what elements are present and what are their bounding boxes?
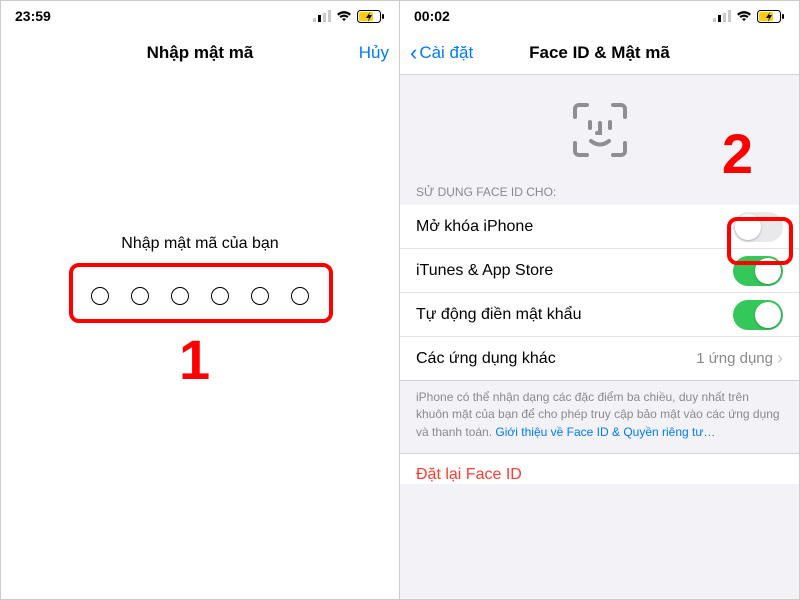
cellular-signal-icon [713, 10, 731, 22]
cellular-signal-icon [313, 10, 331, 22]
passcode-dot [211, 287, 229, 305]
passcode-dots[interactable] [73, 277, 327, 315]
toggle-unlock-iphone[interactable] [733, 212, 783, 242]
status-bar-right: 00:02 [400, 1, 799, 31]
screen-faceid-settings: 00:02 ‹ Cài đặt Face ID & Mật mã [400, 1, 799, 599]
status-indicators [713, 10, 785, 23]
passcode-dot [131, 287, 149, 305]
faceid-hero [400, 75, 799, 179]
status-time: 00:02 [414, 8, 450, 24]
battery-icon [757, 10, 785, 23]
toggle-itunes-appstore[interactable] [733, 256, 783, 286]
passcode-dot [291, 287, 309, 305]
annotation-number-1: 1 [179, 327, 210, 392]
nav-title: Nhập mật mã [1, 43, 399, 63]
status-time: 23:59 [15, 8, 51, 24]
row-itunes-appstore[interactable]: iTunes & App Store [400, 249, 799, 293]
section-footer: iPhone có thể nhận dạng các đặc điểm ba … [400, 381, 799, 453]
faceid-icon [571, 101, 629, 159]
chevron-right-icon: › [777, 348, 783, 369]
row-label: iTunes & App Store [416, 262, 553, 280]
row-other-apps[interactable]: Các ứng dụng khác 1 ứng dụng › [400, 337, 799, 381]
row-label: Các ứng dụng khác [416, 350, 556, 368]
chevron-left-icon: ‹ [410, 42, 417, 64]
section-header-use-faceid: SỬ DỤNG FACE ID CHO: [400, 179, 799, 205]
row-unlock-iphone[interactable]: Mở khóa iPhone [400, 205, 799, 249]
passcode-prompt: Nhập mật mã của bạn [121, 235, 278, 253]
toggle-autofill-password[interactable] [733, 300, 783, 330]
status-indicators [313, 10, 385, 23]
passcode-dot [171, 287, 189, 305]
battery-icon [357, 10, 385, 23]
faceid-privacy-link[interactable]: Giới thiệu về Face ID & Quyền riêng tư… [495, 425, 715, 439]
back-button[interactable]: ‹ Cài đặt [410, 42, 473, 64]
row-label: Tự động điền mật khẩu [416, 306, 581, 324]
back-label: Cài đặt [419, 43, 473, 63]
nav-bar-left: Nhập mật mã Hủy [1, 31, 399, 75]
faceid-uses-list: Mở khóa iPhone iTunes & App Store Tự độn… [400, 205, 799, 381]
wifi-icon [336, 10, 352, 22]
cancel-button[interactable]: Hủy [359, 43, 389, 63]
row-autofill-password[interactable]: Tự động điền mật khẩu [400, 293, 799, 337]
passcode-dot [91, 287, 109, 305]
row-value: 1 ứng dụng › [696, 348, 783, 369]
passcode-area: Nhập mật mã của bạn [1, 235, 399, 315]
row-label: Mở khóa iPhone [416, 218, 533, 236]
other-apps-count: 1 ứng dụng [696, 350, 773, 367]
passcode-dot [251, 287, 269, 305]
screen-passcode: 23:59 Nhập mật mã Hủy Nhập mật mã của bạ… [1, 1, 400, 599]
row-label: Đặt lại Face ID [416, 466, 522, 483]
nav-bar-right: ‹ Cài đặt Face ID & Mật mã [400, 31, 799, 75]
row-reset-faceid[interactable]: Đặt lại Face ID [400, 453, 799, 484]
status-bar-left: 23:59 [1, 1, 399, 31]
wifi-icon [736, 10, 752, 22]
